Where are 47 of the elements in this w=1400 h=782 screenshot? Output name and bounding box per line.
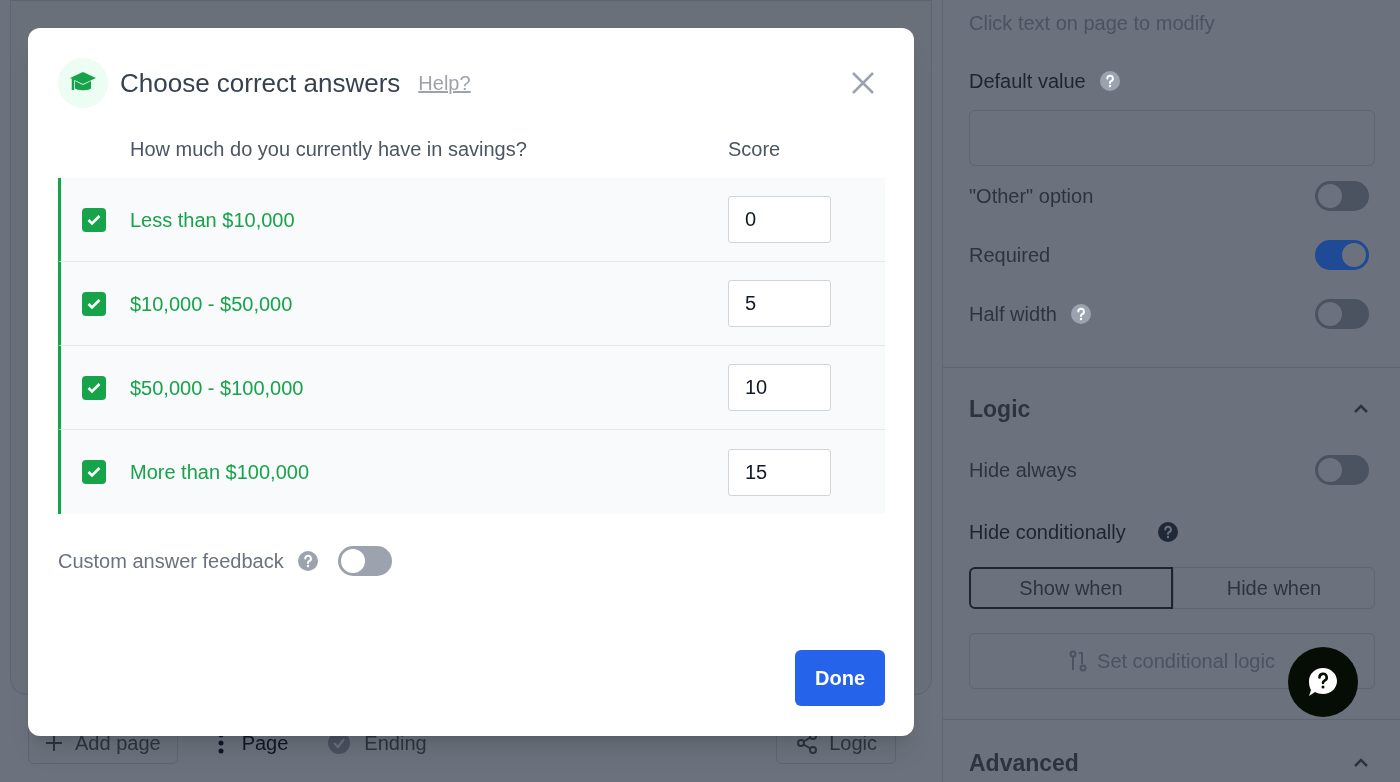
checkbox[interactable] bbox=[82, 375, 106, 400]
answer-label: $10,000 - $50,000 bbox=[130, 291, 293, 317]
score-field[interactable]: 5 bbox=[728, 280, 831, 327]
plus-icon bbox=[45, 734, 63, 752]
checkbox[interactable] bbox=[82, 291, 106, 316]
answer-label: $50,000 - $100,000 bbox=[130, 375, 304, 401]
help-link[interactable]: Help? bbox=[418, 68, 471, 98]
field-label: Hide conditionally bbox=[969, 519, 1126, 545]
toggle-switch[interactable] bbox=[1315, 298, 1369, 329]
toggle-label: Required bbox=[969, 242, 1051, 268]
score-field[interactable]: 15 bbox=[728, 448, 831, 496]
chevron-up-icon[interactable] bbox=[1353, 404, 1369, 415]
help-icon bbox=[1099, 71, 1120, 91]
modal-title: Choose correct answers bbox=[120, 66, 401, 100]
checkbox[interactable] bbox=[82, 207, 106, 232]
section-title: Logic bbox=[969, 395, 1031, 424]
check-icon bbox=[87, 466, 101, 478]
help-icon bbox=[1070, 303, 1091, 324]
chevron-up-icon[interactable] bbox=[1353, 757, 1369, 768]
field-label: Default value bbox=[969, 69, 1086, 94]
help-icon bbox=[1157, 521, 1178, 542]
toggle-label: "Other" option bbox=[969, 183, 1094, 209]
branch-icon bbox=[1069, 649, 1088, 672]
toggle-switch[interactable] bbox=[1315, 454, 1369, 485]
help-icon bbox=[297, 551, 318, 571]
toggle-label: Hide always bbox=[969, 457, 1077, 483]
check-icon bbox=[87, 381, 101, 394]
checkbox[interactable] bbox=[82, 460, 106, 484]
mode-tab[interactable]: Show when bbox=[969, 566, 1173, 609]
score-heading: Score bbox=[728, 137, 782, 162]
score-field[interactable]: 0 bbox=[728, 196, 831, 243]
toggle-switch[interactable] bbox=[1315, 180, 1369, 211]
check-icon bbox=[87, 213, 101, 226]
score-field[interactable]: 10 bbox=[728, 364, 831, 411]
mode-tab[interactable]: Hide when bbox=[1173, 566, 1375, 609]
answer-label: Less than $10,000 bbox=[130, 207, 295, 233]
toggle-switch[interactable] bbox=[337, 546, 392, 576]
question-heading: How much do you currently have in savings? bbox=[130, 137, 527, 162]
feedback-label: Custom answer feedback bbox=[58, 549, 284, 574]
close-icon bbox=[851, 71, 875, 95]
toggle-switch[interactable] bbox=[1315, 239, 1369, 270]
section-title: Advanced bbox=[969, 748, 1079, 778]
check-icon bbox=[87, 297, 101, 310]
question-bubble-icon bbox=[1306, 665, 1340, 699]
done-button[interactable]: Done bbox=[795, 650, 885, 706]
answer-label: More than $100,000 bbox=[130, 460, 310, 485]
toggle-label: Half width bbox=[969, 301, 1057, 327]
